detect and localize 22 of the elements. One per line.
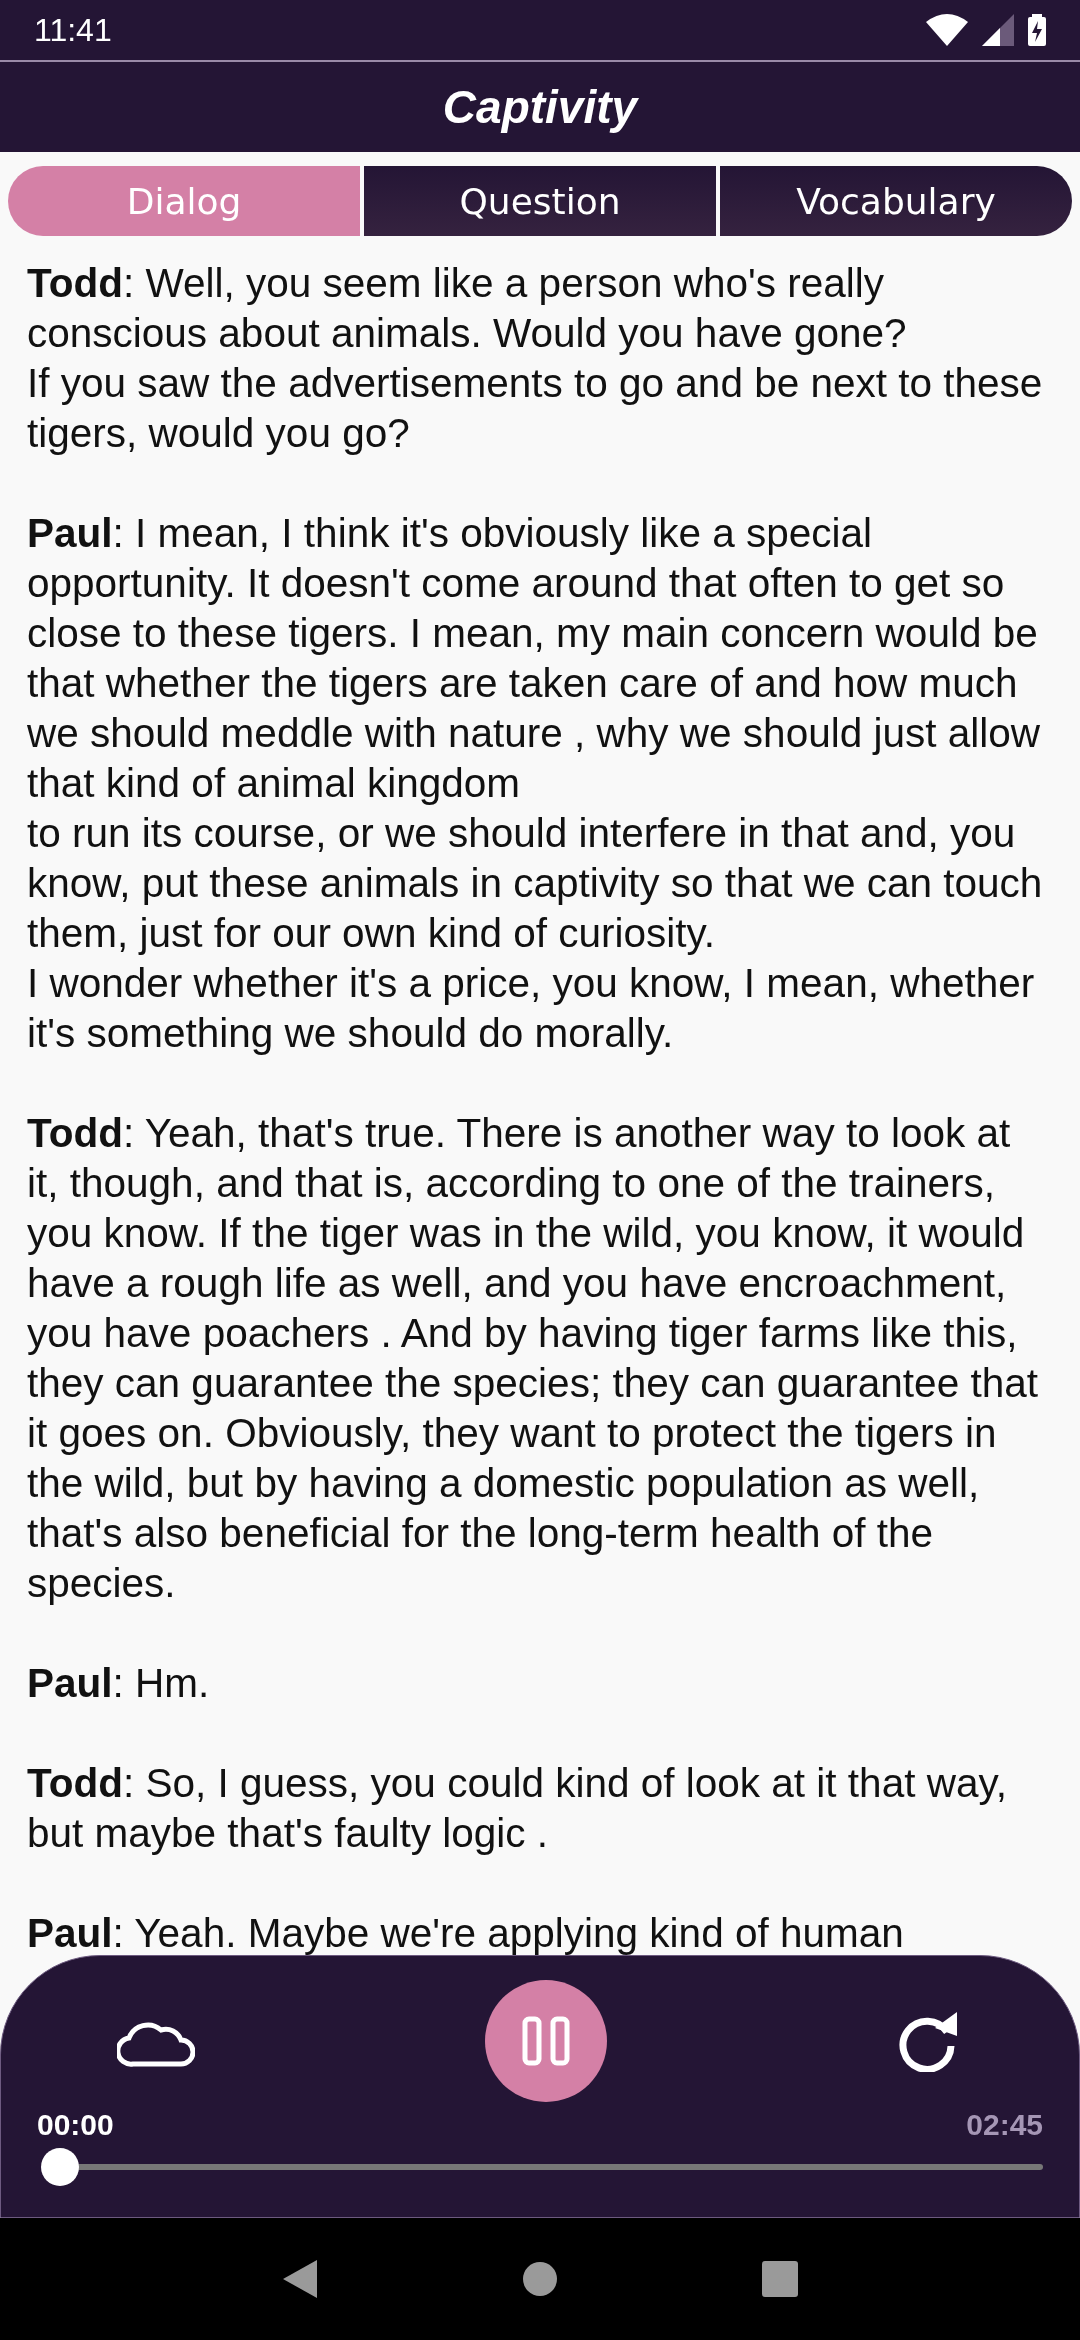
seek-slider[interactable] [41,2148,1043,2186]
dialog-paragraph: Todd: Yeah, that's true. There is another way to look at it, though, and that is, according to one of the trainers, you know. If the tiger was in the wild, you know, it would have a rough life as well, and you have encroachment, you have poachers . And by having tiger farms like this, they can guarantee the species; they can guarantee that it goes on. Obviously, they want to protect the tigers in the wild, but by having a domestic population as well, that's also beneficial for the long-term health of the species. [27,1109,1039,1608]
tab[interactable]: Vocabulary [720,166,1072,236]
back-icon[interactable] [281,2258,320,2300]
battery-icon [1028,14,1046,46]
tab[interactable]: Question [364,166,716,236]
wifi-icon [926,14,968,46]
recents-icon[interactable] [760,2260,799,2298]
signal-icon [982,14,1014,46]
dialog-paragraph: Todd: So, I guess, you could kind of look at it that way, but maybe that's faulty logic . [27,1759,1008,1858]
home-icon[interactable] [522,2261,558,2297]
screen-title: Captivity [442,80,638,134]
status-time: 11:41 [34,11,112,49]
dialog-paragraph: Paul: Hm. [27,1659,211,1708]
elapsed-time: 00:00 [37,2108,114,2142]
refresh-icon[interactable] [897,2010,959,2072]
dialog-paragraph: Paul: Yeah. Maybe we're applying kind of human [27,1909,905,1958]
dialog-paragraph: Paul: I mean, I think it's obviously like a special opportunity. It doesn't come around that often to get so close to these tigers. I mean, my main concern would be that whether the tigers are taken care of and how much we should meddle with nature , why we should just allow that kind of animal kingdom to run its course, or we should interfere in that and, you know, put these animals in captivity so that we can touch them, just for our own kind of curiosity. I wonder whether it's a price, you know, I mean, whether it's something we should do morally. [27,509,1044,1058]
dialog-paragraph: Todd: Well, you seem like a person who's really conscious about animals. Would you have gone? If you saw the advertisements to go and be next to these tigers, would you go? [27,259,1044,458]
duration-time: 02:45 [966,2108,1043,2142]
slider-thumb[interactable] [41,2148,79,2186]
pause-icon [522,2016,570,2066]
